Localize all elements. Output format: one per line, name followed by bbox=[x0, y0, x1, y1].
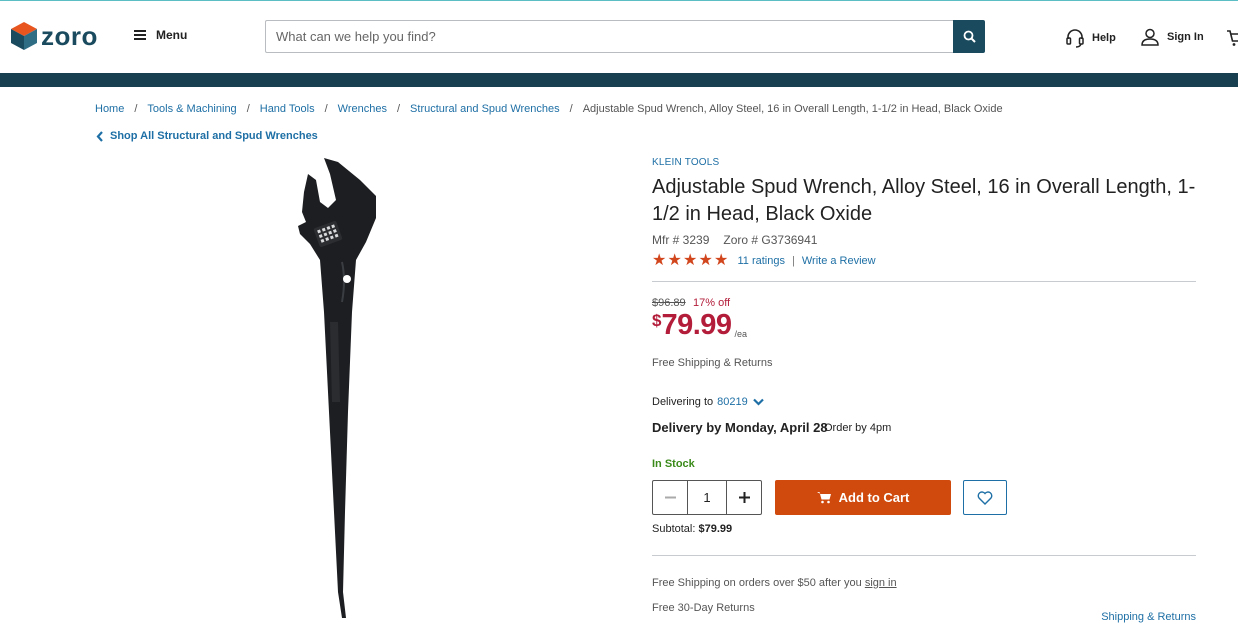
rating-row: ★ ★ ★ ★ ★ 11 ratings | Write a Review bbox=[652, 253, 876, 269]
discount-badge: 17% off bbox=[693, 297, 731, 309]
order-by-time: Order by 4pm bbox=[824, 422, 892, 434]
chevron-left-icon bbox=[96, 130, 103, 142]
star-icon: ★ bbox=[698, 252, 713, 269]
search-button[interactable] bbox=[953, 20, 985, 53]
breadcrumb-separator: / bbox=[396, 103, 401, 115]
zip-code: 80219 bbox=[717, 396, 748, 408]
sign-in-link[interactable]: Sign In bbox=[1140, 28, 1204, 46]
zoro-sku: Zoro # G3736941 bbox=[723, 233, 818, 247]
hamburger-icon bbox=[134, 30, 146, 40]
site-header: zoro Menu Help Sign In bbox=[0, 1, 1238, 73]
breadcrumb-hand-tools[interactable]: Hand Tools bbox=[260, 103, 315, 115]
star-rating[interactable]: ★ ★ ★ ★ ★ bbox=[652, 253, 730, 269]
breadcrumb-separator: / bbox=[246, 103, 250, 115]
price-unit: /ea bbox=[734, 329, 748, 339]
breadcrumb-tools-machining[interactable]: Tools & Machining bbox=[147, 103, 236, 115]
subtotal: Subtotal: $79.99 bbox=[652, 523, 732, 535]
plus-icon bbox=[738, 492, 750, 503]
cart-icon bbox=[816, 492, 831, 504]
search-icon bbox=[963, 30, 976, 43]
product-ids: Mfr # 3239 Zoro # G3736941 bbox=[652, 233, 831, 247]
add-to-cart-label: Add to Cart bbox=[838, 490, 910, 505]
search-input[interactable] bbox=[265, 20, 953, 53]
help-link[interactable]: Help bbox=[1065, 28, 1116, 48]
sign-in-label: Sign In bbox=[1167, 31, 1204, 43]
free-shipping-text: Free Shipping & Returns bbox=[652, 357, 773, 369]
star-icon: ★ bbox=[714, 252, 729, 269]
stock-status: In Stock bbox=[652, 458, 695, 470]
ratings-count-link[interactable]: 11 ratings bbox=[738, 255, 786, 267]
star-icon: ★ bbox=[683, 252, 698, 269]
breadcrumb-separator: / bbox=[324, 103, 328, 115]
search-bar bbox=[265, 20, 985, 53]
quantity-decrease-button[interactable] bbox=[653, 481, 687, 514]
minus-icon bbox=[664, 496, 676, 499]
breadcrumb-separator: / bbox=[569, 103, 573, 115]
brand-link[interactable]: KLEIN TOOLS bbox=[652, 157, 719, 168]
shipping-note-text: Free Shipping on orders over $50 after y… bbox=[652, 577, 862, 589]
star-icon: ★ bbox=[667, 252, 682, 269]
breadcrumb-separator: / bbox=[134, 103, 138, 115]
cart-icon bbox=[1227, 30, 1238, 46]
back-link-label: Shop All Structural and Spud Wrenches bbox=[110, 130, 318, 142]
shipping-promo-note: Free Shipping on orders over $50 after y… bbox=[652, 577, 897, 589]
cube-logo-icon bbox=[11, 22, 37, 50]
delivery-date: Delivery by Monday, April 28 bbox=[652, 420, 828, 435]
price-currency: $ bbox=[652, 311, 662, 330]
chevron-down-icon bbox=[752, 398, 764, 406]
heart-icon bbox=[977, 490, 993, 505]
delivering-to-label: Delivering to bbox=[652, 396, 714, 408]
quantity-input[interactable] bbox=[687, 481, 727, 514]
help-label: Help bbox=[1092, 32, 1116, 44]
zoro-logo[interactable]: zoro bbox=[11, 22, 98, 50]
user-icon bbox=[1141, 28, 1159, 46]
price-value: 79.99 bbox=[661, 309, 732, 341]
subtotal-label: Subtotal: bbox=[652, 523, 696, 535]
add-to-wishlist-button[interactable] bbox=[963, 480, 1007, 515]
delivering-to: Delivering to 80219 bbox=[652, 396, 764, 408]
breadcrumb-wrenches[interactable]: Wrenches bbox=[338, 103, 387, 115]
shop-all-category-link[interactable]: Shop All Structural and Spud Wrenches bbox=[96, 130, 318, 142]
breadcrumb-structural-spud-wrenches[interactable]: Structural and Spud Wrenches bbox=[410, 103, 560, 115]
product-title: Adjustable Spud Wrench, Alloy Steel, 16 … bbox=[652, 176, 1196, 225]
logo-text: zoro bbox=[41, 21, 98, 51]
promo-banner[interactable] bbox=[0, 73, 1238, 87]
sale-price: $ 79.99 /ea bbox=[652, 309, 747, 342]
quantity-increase-button[interactable] bbox=[727, 481, 761, 514]
shipping-returns-link[interactable]: Shipping & Returns bbox=[1101, 611, 1196, 623]
divider bbox=[652, 555, 1196, 556]
sign-in-inline-link[interactable]: sign in bbox=[865, 577, 897, 589]
menu-button[interactable]: Menu bbox=[134, 28, 187, 42]
rating-separator: | bbox=[792, 255, 795, 267]
subtotal-value: $79.99 bbox=[698, 523, 733, 535]
breadcrumb-home[interactable]: Home bbox=[95, 103, 124, 115]
original-price: $96.89 bbox=[652, 297, 686, 309]
menu-label: Menu bbox=[156, 28, 188, 42]
write-review-link[interactable]: Write a Review bbox=[802, 255, 876, 267]
product-image-spud-wrench[interactable] bbox=[286, 152, 396, 622]
returns-note: Free 30-Day Returns bbox=[652, 602, 755, 614]
star-icon: ★ bbox=[652, 252, 667, 269]
breadcrumb: Home / Tools & Machining / Hand Tools / … bbox=[95, 103, 1003, 115]
divider bbox=[652, 281, 1196, 282]
mfr-number: Mfr # 3239 bbox=[652, 233, 710, 247]
cart-button[interactable] bbox=[1226, 28, 1238, 53]
breadcrumb-current: Adjustable Spud Wrench, Alloy Steel, 16 … bbox=[582, 103, 1003, 115]
add-to-cart-button[interactable]: Add to Cart bbox=[775, 480, 951, 515]
headset-icon bbox=[1066, 29, 1084, 48]
zip-code-selector[interactable]: 80219 bbox=[717, 396, 764, 408]
quantity-stepper bbox=[652, 480, 762, 515]
